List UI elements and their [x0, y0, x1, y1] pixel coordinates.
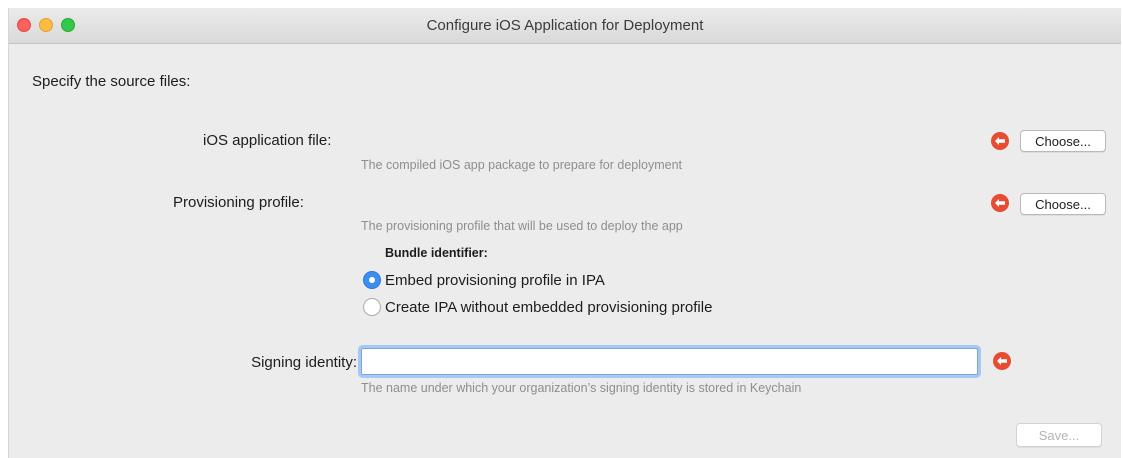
signing-identity-label: Signing identity:: [251, 354, 357, 371]
radio-unselected-icon[interactable]: [363, 298, 381, 316]
provisioning-profile-hint: The provisioning profile that will be us…: [361, 219, 683, 233]
signing-identity-hint: The name under which your organization’s…: [361, 381, 802, 395]
save-button[interactable]: Save...: [1016, 423, 1102, 447]
section-title: Specify the source files:: [32, 73, 191, 90]
signing-identity-input[interactable]: [361, 348, 978, 375]
radio-no-embedded-profile-label: Create IPA without embedded provisioning…: [385, 298, 713, 316]
error-arrow-icon: [991, 132, 1009, 150]
window-title: Configure iOS Application for Deployment: [426, 17, 704, 34]
radio-selected-icon[interactable]: [363, 271, 381, 289]
error-arrow-icon: [991, 194, 1009, 212]
radio-no-embedded-profile[interactable]: Create IPA without embedded provisioning…: [363, 298, 712, 316]
choose-provisioning-profile-button[interactable]: Choose...: [1020, 193, 1106, 215]
provisioning-profile-label: Provisioning profile:: [173, 194, 304, 211]
title-bar[interactable]: Configure iOS Application for Deployment: [9, 8, 1121, 44]
bundle-identifier-heading: Bundle identifier:: [385, 246, 488, 260]
radio-embed-profile-label: Embed provisioning profile in IPA: [385, 271, 605, 289]
ios-app-file-hint: The compiled iOS app package to prepare …: [361, 158, 683, 172]
radio-embed-profile[interactable]: Embed provisioning profile in IPA: [363, 271, 605, 289]
choose-ios-app-button[interactable]: Choose...: [1020, 130, 1106, 152]
error-arrow-icon: [993, 352, 1011, 370]
ios-app-file-label: iOS application file:: [203, 132, 332, 149]
dialog-window: Configure iOS Application for Deployment…: [8, 8, 1121, 458]
